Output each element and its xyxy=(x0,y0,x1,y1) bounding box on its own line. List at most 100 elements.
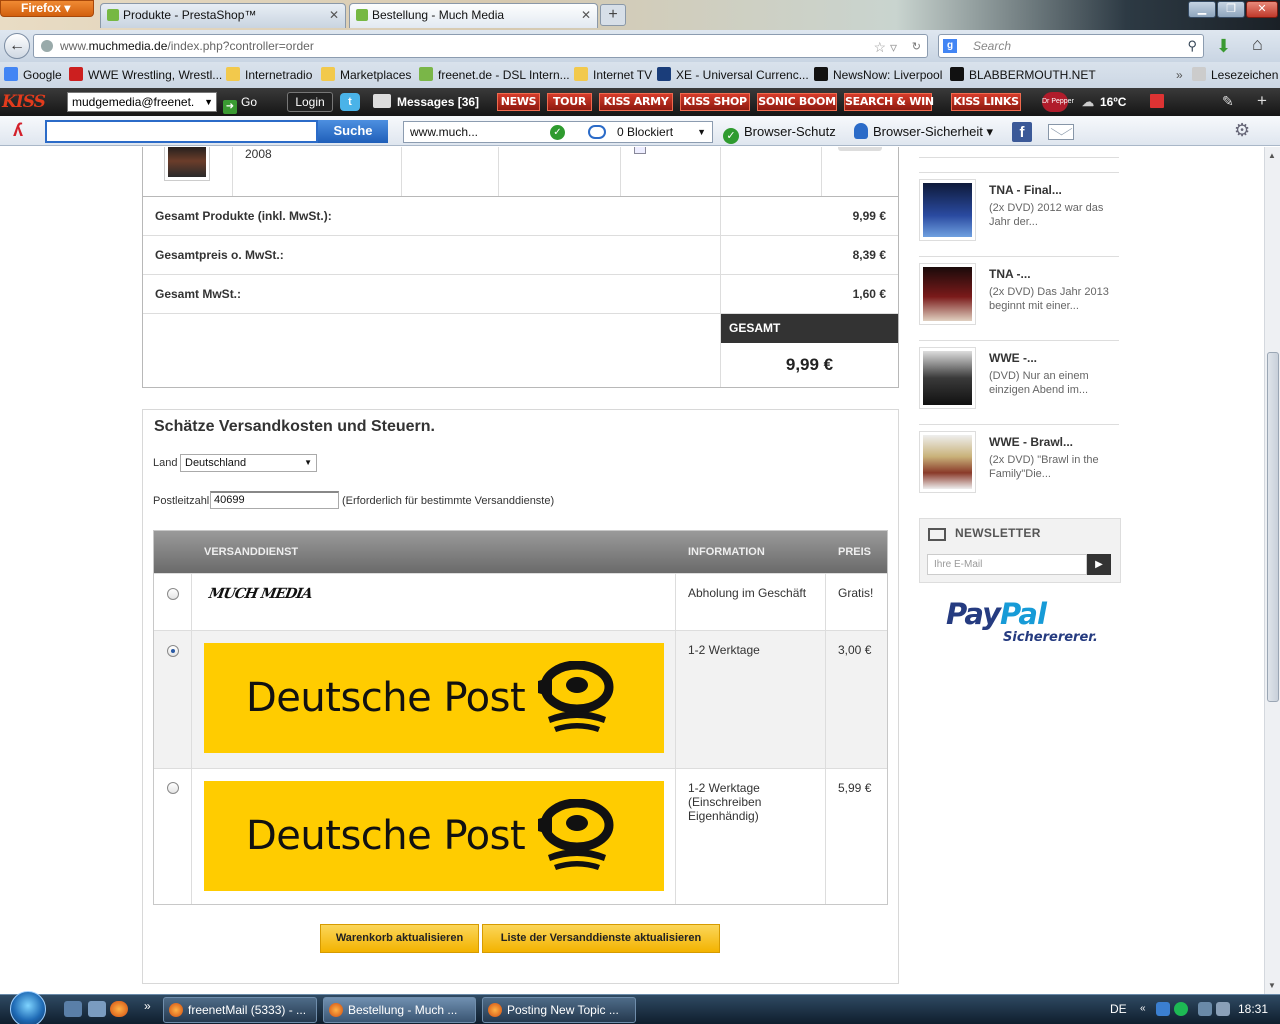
avira-search-button[interactable]: Suche xyxy=(318,120,388,143)
search-icon[interactable]: ⚲ xyxy=(1187,35,1197,57)
close-tab-icon[interactable]: ✕ xyxy=(581,4,591,27)
messages-button[interactable]: Messages [36] xyxy=(373,92,479,112)
tools-icon[interactable]: ✎ xyxy=(1222,93,1234,110)
quicklaunch-overflow-chevron[interactable]: » xyxy=(144,999,151,1013)
scrollbar-thumb[interactable] xyxy=(1267,352,1279,702)
sidebar-product-item[interactable]: WWE - Brawl... (2x DVD) "Brawl in the Fa… xyxy=(919,424,1119,500)
start-button[interactable] xyxy=(10,991,46,1024)
bookmark-freenet[interactable]: freenet.de - DSL Intern... xyxy=(419,62,570,88)
tab-prestashop[interactable]: Produkte - PrestaShop™ ✕ xyxy=(100,3,346,28)
sidebar-product-title[interactable]: TNA -... xyxy=(989,267,1031,281)
login-button[interactable]: Login xyxy=(287,92,333,112)
country-select[interactable]: Deutschland ▼ xyxy=(180,454,317,472)
avira-logo-icon[interactable]: ʎ xyxy=(13,120,23,141)
bookmark-lesezeichen[interactable]: Lesezeichen xyxy=(1192,62,1278,88)
delete-icon[interactable] xyxy=(634,147,646,154)
firefox-menu-button[interactable]: Firefox ▾ xyxy=(0,0,94,17)
home-icon[interactable]: ⌂ xyxy=(1252,34,1263,55)
minimize-button[interactable]: ▁ xyxy=(1188,1,1216,18)
avira-site-select[interactable]: www.much... ✓ 0 Blockiert ▼ xyxy=(403,121,713,143)
scroll-down-icon[interactable]: ▼ xyxy=(1268,981,1276,990)
language-indicator[interactable]: DE xyxy=(1110,995,1127,1023)
bookmark-xe[interactable]: XE - Universal Currenc... xyxy=(657,62,809,88)
kiss-logo[interactable]: KISS xyxy=(2,92,46,112)
spotify-icon[interactable] xyxy=(1174,1002,1188,1016)
newsletter-submit-button[interactable]: ▶ xyxy=(1087,554,1111,575)
switch-windows-icon[interactable] xyxy=(88,1001,106,1017)
bookmarks-overflow-chevron[interactable]: » xyxy=(1176,62,1183,88)
bookmark-star-icon[interactable]: ☆ ▿ xyxy=(874,36,897,58)
weather-widget[interactable]: ☁ 16ºC xyxy=(1082,92,1126,112)
bookmark-internetradio[interactable]: Internetradio xyxy=(226,62,312,88)
sonic-boom-button[interactable]: SONIC BOOM xyxy=(757,93,837,111)
browser-security-button[interactable]: Browser-Sicherheit ▾ xyxy=(854,121,993,143)
dropbox-icon[interactable] xyxy=(1156,1002,1170,1016)
sidebar-product-thumbnail[interactable] xyxy=(919,431,976,493)
quantity-button[interactable] xyxy=(838,147,882,151)
update-cart-button[interactable]: Warenkorb aktualisieren xyxy=(320,924,479,953)
kiss-links-button[interactable]: KISS LINKS xyxy=(951,93,1021,111)
bookmark-google[interactable]: Google xyxy=(4,62,62,88)
url-bar[interactable]: www.muchmedia.de/index.php?controller=or… xyxy=(33,34,928,58)
gear-icon[interactable]: ⚙ xyxy=(1234,120,1250,141)
paypal-logo[interactable]: PayPal xyxy=(946,597,1047,631)
sidebar-product-thumbnail[interactable] xyxy=(919,179,976,241)
network-icon[interactable] xyxy=(1198,1002,1212,1016)
download-icon[interactable]: ⬇ xyxy=(1216,36,1231,57)
close-window-button[interactable]: ✕ xyxy=(1246,1,1278,18)
newsletter-email-input[interactable]: Ihre E-Mail xyxy=(927,554,1087,575)
sidebar-product-title[interactable]: WWE - Brawl... xyxy=(989,435,1073,449)
new-tab-button[interactable]: + xyxy=(600,4,626,26)
bookmark-wwe[interactable]: WWE Wrestling, Wrestl... xyxy=(69,62,222,88)
shipping-option-pickup[interactable]: MUCH MEDIA Abholung im Geschäft Gratis! xyxy=(154,573,887,630)
plus-icon[interactable]: + xyxy=(1257,91,1267,111)
browser-protection-button[interactable]: ✓ Browser-Schutz xyxy=(723,121,836,144)
sidebar-product-item[interactable]: TNA - Final... (2x DVD) 2012 war das Jah… xyxy=(919,172,1119,248)
facebook-icon[interactable]: f xyxy=(1012,122,1032,142)
sidebar-product-title[interactable]: WWE -... xyxy=(989,351,1037,365)
taskbar-task-posting[interactable]: Posting New Topic ... xyxy=(482,997,636,1023)
twitter-icon[interactable]: t xyxy=(340,93,360,111)
kiss-news-button[interactable]: NEWS xyxy=(497,93,540,111)
zip-input[interactable]: 40699 xyxy=(210,491,339,509)
shipping-radio-einschreiben[interactable] xyxy=(167,782,179,794)
sidebar-product-title[interactable]: TNA - Final... xyxy=(989,183,1062,197)
tab-bestellung[interactable]: Bestellung - Much Media ✕ xyxy=(349,3,598,28)
show-desktop-icon[interactable] xyxy=(64,1001,82,1017)
shipping-option-deutsche-post-einschreiben[interactable]: Deutsche Post 1-2 Werktage (Einschreiben… xyxy=(154,768,887,904)
scroll-up-icon[interactable]: ▲ xyxy=(1268,151,1276,160)
shipping-option-deutsche-post[interactable]: Deutsche Post 1-2 Werktage 3,00 € xyxy=(154,630,887,768)
shipping-radio-deutsche-post[interactable] xyxy=(167,645,179,657)
dr-pepper-icon[interactable]: Dr Pepper xyxy=(1042,92,1074,112)
avira-search-input[interactable] xyxy=(45,120,318,143)
taskbar-task-bestellung[interactable]: Bestellung - Much ... xyxy=(323,997,476,1023)
reload-icon[interactable]: ↻ xyxy=(912,36,921,58)
gift-icon[interactable] xyxy=(1150,94,1164,108)
kiss-army-button[interactable]: KISS ARMY xyxy=(599,93,673,111)
vertical-scrollbar[interactable]: ▲ ▼ xyxy=(1264,147,1280,994)
maximize-button[interactable]: ❐ xyxy=(1217,1,1245,18)
kiss-tour-button[interactable]: TOUR xyxy=(547,93,592,111)
go-button[interactable]: ➜ Go xyxy=(223,92,257,114)
mail-icon[interactable] xyxy=(1048,124,1074,140)
volume-icon[interactable] xyxy=(1216,1002,1230,1016)
bookmark-internet-tv[interactable]: Internet TV xyxy=(574,62,652,88)
shipping-radio-pickup[interactable] xyxy=(167,588,179,600)
sidebar-product-thumbnail[interactable] xyxy=(919,263,976,325)
email-select[interactable]: mudgemedia@freenet. ▼ xyxy=(67,92,217,112)
sidebar-product-thumbnail[interactable] xyxy=(919,347,976,409)
tray-expand-icon[interactable]: « xyxy=(1140,995,1146,1023)
taskbar-task-freenetmail[interactable]: freenetMail (5333) - ... xyxy=(163,997,317,1023)
close-tab-icon[interactable]: ✕ xyxy=(329,4,339,27)
kiss-shop-button[interactable]: KISS SHOP xyxy=(680,93,750,111)
bookmark-newsnow[interactable]: NewsNow: Liverpool xyxy=(814,62,942,88)
search-and-win-button[interactable]: SEARCH & WIN xyxy=(844,93,934,111)
search-bar[interactable]: g Search ⚲ xyxy=(938,34,1204,58)
product-thumbnail[interactable] xyxy=(164,147,210,181)
firefox-icon[interactable] xyxy=(110,1001,128,1017)
update-shipping-list-button[interactable]: Liste der Versanddienste aktualisieren xyxy=(482,924,720,953)
back-button[interactable]: ← xyxy=(4,33,30,59)
sidebar-product-item[interactable]: TNA -... (2x DVD) Das Jahr 2013 beginnt … xyxy=(919,256,1119,332)
bookmark-blabbermouth[interactable]: BLABBERMOUTH.NET xyxy=(950,62,1096,88)
clock[interactable]: 18:31 xyxy=(1238,995,1268,1023)
